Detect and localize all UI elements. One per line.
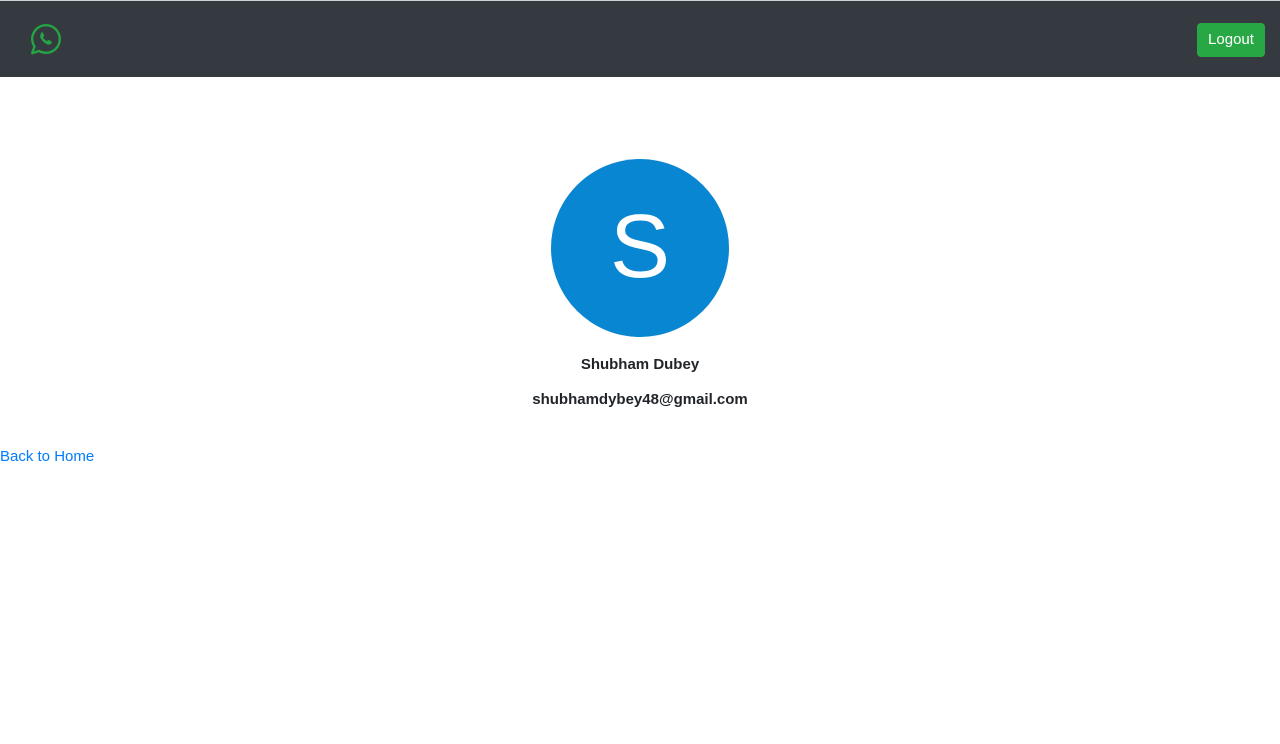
whatsapp-logo-icon[interactable] (29, 22, 63, 56)
avatar-initial: S (609, 197, 671, 297)
whatsapp-icon (31, 24, 61, 55)
user-email: shubhamdybey48@gmail.com (532, 391, 748, 408)
back-to-home-link[interactable]: Back to Home (0, 447, 94, 467)
navbar: Logout (0, 1, 1280, 77)
avatar: S (551, 159, 729, 337)
user-name: Shubham Dubey (580, 356, 700, 373)
logout-button[interactable]: Logout (1197, 23, 1265, 57)
